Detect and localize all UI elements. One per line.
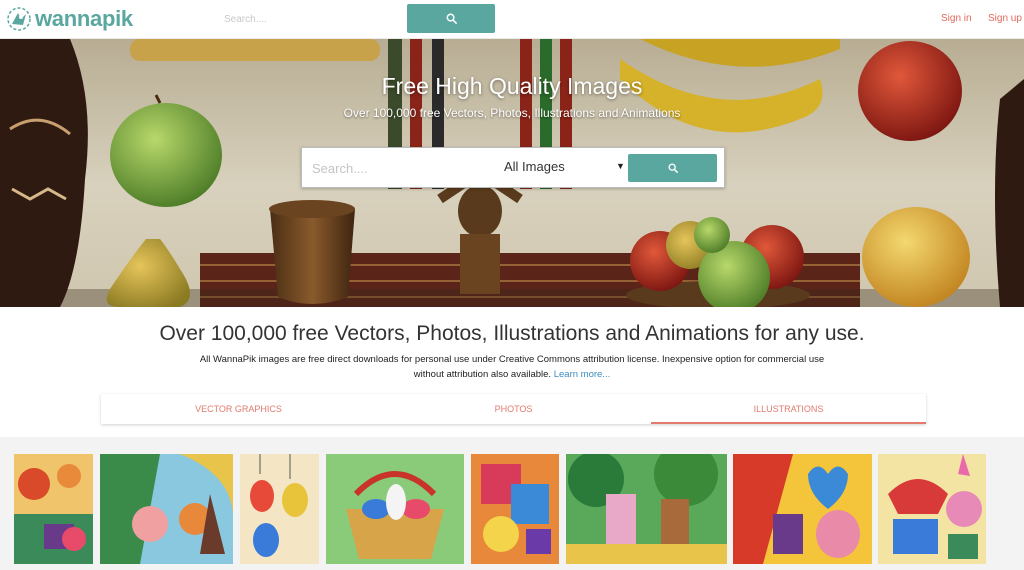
gallery-thumbnail[interactable] xyxy=(566,454,727,564)
category-tabs: VECTOR GRAPHICS PHOTOS ILLUSTRATIONS xyxy=(101,394,926,424)
gallery-thumbnail[interactable] xyxy=(878,454,986,564)
tab-illustrations[interactable]: ILLUSTRATIONS xyxy=(651,394,926,424)
description-text: All WannaPik images are free direct down… xyxy=(199,354,825,380)
wannapik-logo-icon xyxy=(7,7,31,31)
logo-text: wannapik xyxy=(35,6,133,31)
section-headline: Over 100,000 free Vectors, Photos, Illus… xyxy=(159,322,865,345)
hero-search-bar: All Images ▼ xyxy=(301,147,725,188)
category-dropdown[interactable]: All Images ▼ xyxy=(504,159,625,179)
illustration-forest-image xyxy=(566,454,727,564)
tab-photos[interactable]: PHOTOS xyxy=(376,394,651,424)
gallery-thumbnail[interactable] xyxy=(100,454,233,564)
illustration-easter-eggs-image xyxy=(240,454,319,564)
illustration-abstract-image xyxy=(471,454,559,564)
illustration-heart-abstract-image xyxy=(733,454,872,564)
gallery-thumbnail[interactable] xyxy=(733,454,872,564)
learn-more-link[interactable]: Learn more... xyxy=(554,369,611,380)
category-dropdown-value: All Images xyxy=(504,159,565,174)
sign-in-link[interactable]: Sign in xyxy=(941,13,972,24)
nav-search-button[interactable] xyxy=(407,4,495,33)
illustration-easter-basket-image xyxy=(326,454,464,564)
sign-up-link[interactable]: Sign up xyxy=(988,13,1022,24)
search-icon xyxy=(668,163,678,173)
illustration-creatures-image xyxy=(100,454,233,564)
tab-vector-graphics[interactable]: VECTOR GRAPHICS xyxy=(101,394,376,424)
gallery-thumbnail[interactable] xyxy=(14,454,93,564)
hero-title: Free High Quality Images xyxy=(381,73,643,99)
search-icon xyxy=(446,13,457,24)
hero-subtitle: Over 100,000 free Vectors, Photos, Illus… xyxy=(343,106,681,120)
caret-down-icon: ▼ xyxy=(616,161,625,171)
gallery-thumbnail[interactable] xyxy=(240,454,319,564)
gallery-thumbnail[interactable] xyxy=(326,454,464,564)
hero-banner: Free High Quality Images Over 100,000 fr… xyxy=(0,39,1024,307)
top-nav: wannapik Sign in Sign up xyxy=(0,0,1024,39)
hero-search-button[interactable] xyxy=(628,154,717,182)
illustration-flowers-image xyxy=(14,454,93,564)
hero-search-input[interactable] xyxy=(312,158,492,178)
nav-search-input[interactable] xyxy=(224,9,394,29)
section-description: All WannaPik images are free direct down… xyxy=(190,352,834,382)
logo[interactable]: wannapik xyxy=(6,6,133,32)
illustration-bunny-image xyxy=(878,454,986,564)
gallery-thumbnail[interactable] xyxy=(471,454,559,564)
